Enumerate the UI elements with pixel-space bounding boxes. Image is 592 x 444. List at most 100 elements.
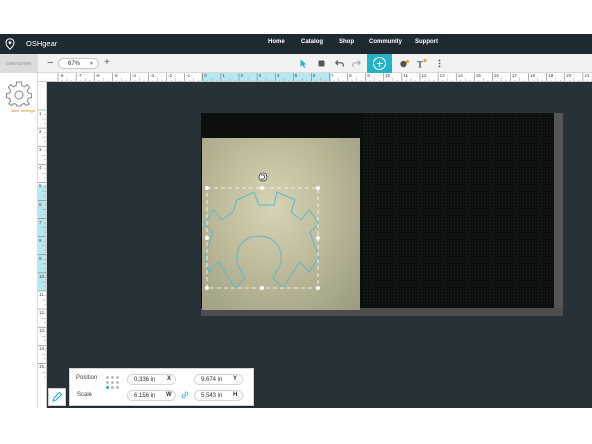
shape-tool-icon[interactable] — [316, 58, 327, 69]
gear-design[interactable] — [203, 191, 320, 289]
ruler-vertical: 1 2 3 4 5 6 7 8 9 10 11 12 13 14 15 — [38, 82, 47, 408]
design-layer — [203, 172, 320, 290]
location-pin-icon[interactable] — [5, 38, 15, 50]
zoom-select[interactable]: 67% ▼ — [58, 58, 99, 69]
scale-label: Scale — [77, 392, 93, 398]
ruler-label: 17 — [512, 73, 518, 78]
ruler-label: 5 — [39, 183, 42, 189]
chevron-down-icon: ▼ — [89, 61, 94, 67]
ruler-label: 1 — [39, 111, 42, 116]
ruler-label: 12 — [421, 73, 427, 78]
undo-icon[interactable] — [334, 58, 345, 69]
ruler-label: 13 — [39, 328, 45, 334]
ruler-label: 14 — [457, 73, 463, 78]
ruler-label: 2 — [39, 129, 42, 135]
brand-name[interactable]: OSHgear — [26, 39, 57, 48]
app-window: OSHgear Home Catalog Shop Community Supp… — [0, 0, 592, 444]
laser-settings-button[interactable]: laser settings — [4, 79, 35, 113]
ruler-label: -6 — [95, 73, 100, 78]
left-sidebar: laser settings — [0, 73, 38, 408]
ruler-label: 9 — [39, 255, 42, 261]
editor-toolbar: UNKNOWN − 67% ▼ + T — [0, 54, 592, 73]
ruler-label: 5 — [294, 73, 298, 78]
ruler-label: 10 — [39, 273, 45, 279]
ruler-label: 8 — [39, 237, 42, 243]
selection-box[interactable] — [206, 187, 319, 289]
text-tool-icon[interactable]: T — [416, 58, 427, 69]
ruler-label: 3 — [39, 147, 42, 153]
ruler-label: 13 — [439, 73, 445, 78]
zoom-in-button[interactable]: + — [104, 57, 110, 69]
ruler-label: 3 — [258, 73, 262, 78]
design-canvas[interactable] — [47, 82, 592, 408]
ruler-label: 16 — [493, 73, 499, 78]
ruler-label: 15 — [39, 364, 45, 370]
resize-handle[interactable] — [316, 286, 320, 290]
ruler-label: -4 — [131, 73, 136, 78]
height-axis-label: H — [233, 392, 238, 398]
redo-icon[interactable] — [351, 58, 362, 69]
svg-text:T: T — [417, 60, 423, 70]
more-options-icon[interactable] — [434, 58, 445, 69]
ruler-label: 1 — [222, 73, 225, 78]
add-button[interactable] — [367, 54, 392, 73]
ruler-horizontal: -8 -7 -6 -5 -4 -3 -2 -1 0 1 2 3 4 5 6 7 8 9 10 11 12 13 14 15 16… — [38, 73, 592, 82]
ruler-label: 19 — [548, 73, 554, 78]
nav-link-community[interactable]: Community — [369, 39, 402, 45]
ruler-label: 15 — [475, 73, 481, 78]
plus-icon — [373, 57, 386, 70]
zoom-value: 67% — [68, 61, 81, 67]
ruler-label: 2 — [240, 73, 244, 78]
ruler-label: 4 — [39, 165, 42, 171]
resize-handle[interactable] — [260, 186, 264, 190]
select-pointer-icon[interactable] — [298, 58, 309, 69]
ruler-label: 10 — [385, 73, 391, 78]
ruler-label: 21 — [584, 73, 590, 78]
ruler-label: -1 — [186, 73, 191, 78]
pencil-icon — [52, 391, 63, 402]
resize-handle[interactable] — [260, 286, 264, 290]
resize-handle[interactable] — [205, 186, 209, 190]
ruler-label: 7 — [39, 219, 42, 225]
nav-link-shop[interactable]: Shop — [339, 39, 354, 45]
nav-link-catalog[interactable]: Catalog — [301, 39, 323, 45]
ruler-label: 8 — [349, 73, 352, 78]
ruler-label: 4 — [276, 73, 280, 78]
rotate-handle-icon[interactable] — [258, 172, 268, 182]
ruler-label: 11 — [39, 292, 44, 297]
top-navigation-bar: OSHgear Home Catalog Shop Community Supp… — [0, 34, 592, 54]
nav-link-support[interactable]: Support — [415, 39, 438, 45]
zoom-out-button[interactable]: − — [47, 57, 53, 69]
y-axis-label: Y — [233, 376, 238, 382]
position-scale-panel: Position Scale 0.336 in X 9.674 in Y 6.1… — [69, 368, 254, 406]
width-axis-label: W — [166, 392, 172, 398]
objects-icon[interactable] — [399, 58, 410, 69]
ruler-label: 12 — [39, 310, 45, 316]
resize-handle[interactable] — [205, 286, 209, 290]
gear-icon — [6, 81, 32, 107]
ruler-label: 11 — [403, 73, 409, 78]
resize-handle[interactable] — [316, 236, 320, 240]
edit-button[interactable] — [48, 388, 66, 406]
ruler-label: 9 — [367, 73, 370, 78]
ruler-label: -8 — [59, 73, 64, 78]
ruler-label: 6 — [39, 201, 42, 207]
link-icon[interactable] — [181, 391, 189, 399]
ruler-label: 18 — [530, 73, 536, 78]
ruler-label: 6 — [312, 73, 316, 78]
resize-handle[interactable] — [316, 186, 320, 190]
laser-settings-label: laser settings — [11, 108, 35, 113]
nav-link-home[interactable]: Home — [268, 39, 285, 45]
ruler-label: -2 — [168, 73, 173, 78]
ruler-label: -5 — [113, 73, 118, 78]
ruler-label: 0 — [204, 73, 207, 78]
position-label: Position — [76, 375, 98, 381]
ruler-label: -3 — [150, 73, 155, 78]
ruler-label: -7 — [77, 73, 82, 78]
resize-handle[interactable] — [205, 236, 209, 240]
ruler-label: 7 — [331, 73, 334, 78]
ruler-label: 14 — [39, 346, 45, 352]
machine-status[interactable]: UNKNOWN — [0, 54, 38, 73]
anchor-point-selector[interactable] — [106, 376, 122, 400]
ruler-label: 20 — [566, 73, 572, 78]
